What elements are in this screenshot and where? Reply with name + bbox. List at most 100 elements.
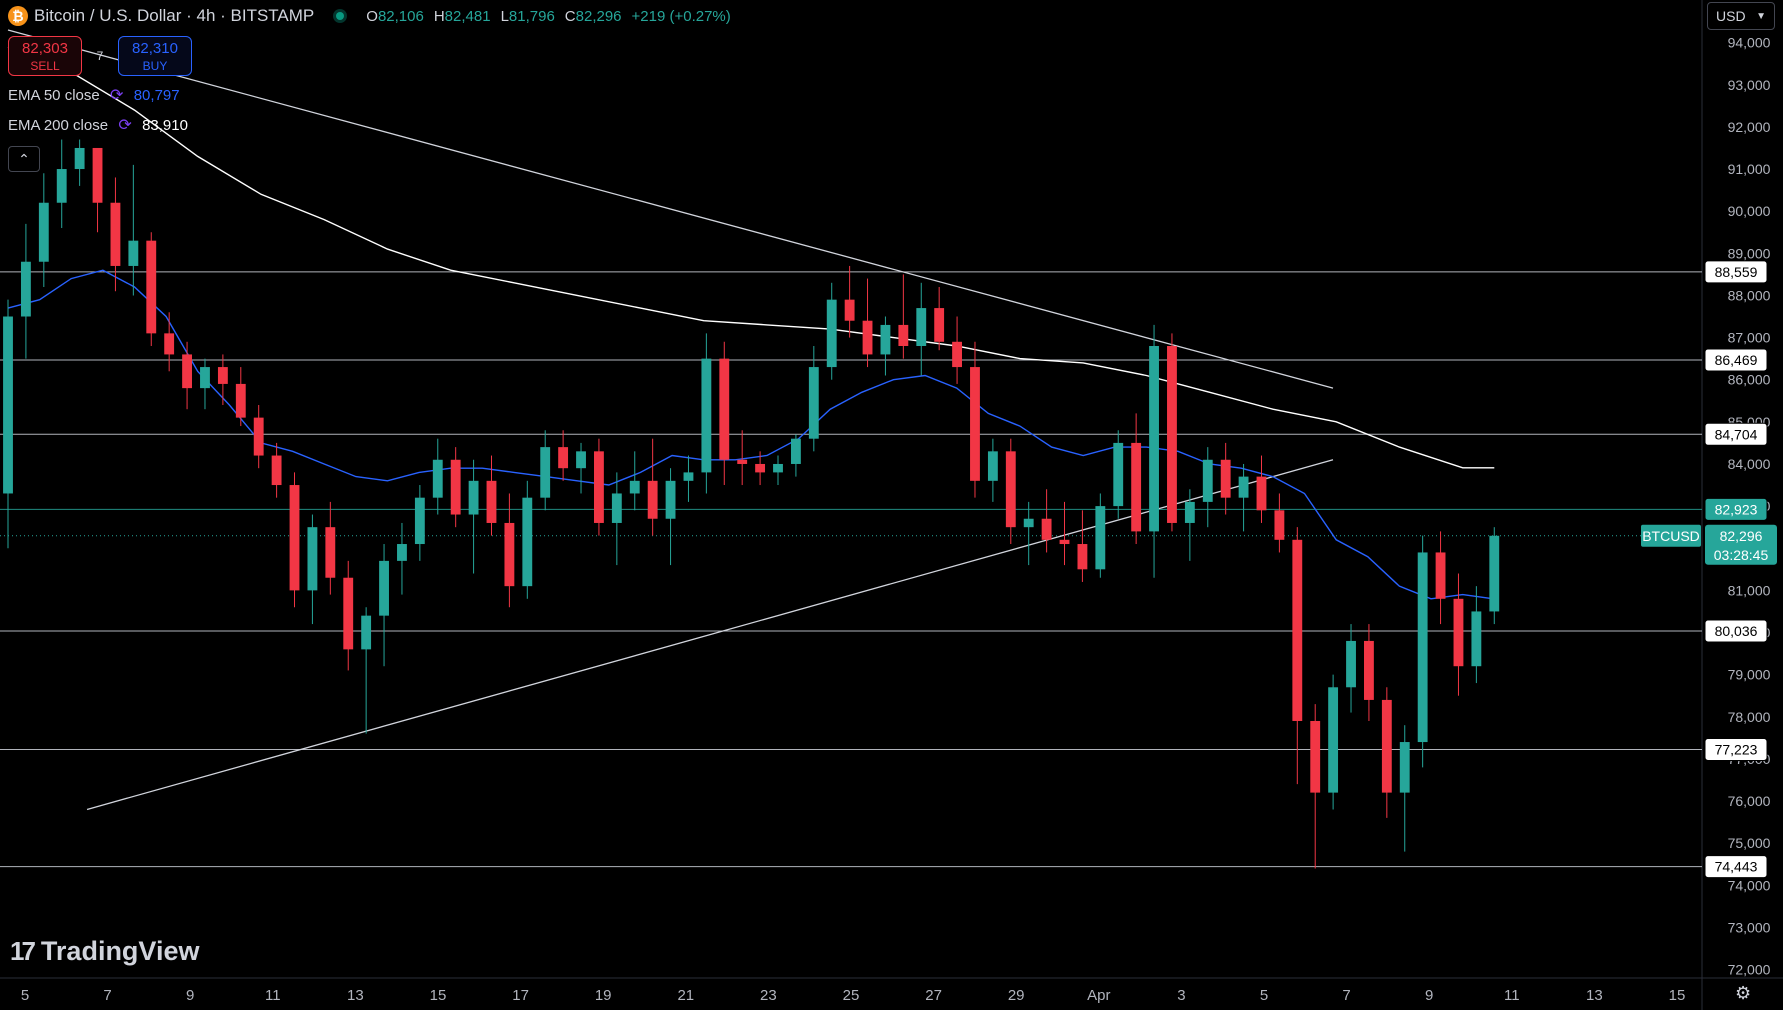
candle	[397, 522, 407, 595]
candle-body	[1256, 476, 1267, 511]
candle-body	[826, 299, 837, 368]
candle	[540, 430, 551, 511]
trade-panel: 82,303 SELL 7 82,310 BUY	[8, 36, 192, 76]
candle-body	[486, 480, 497, 523]
candle	[916, 282, 927, 376]
price-tick-label: 91,000	[1728, 161, 1771, 177]
ema200-legend[interactable]: EMA 200 close ⟳ 83,910	[8, 116, 188, 135]
candle-body	[307, 527, 318, 591]
low-value: 81,796	[508, 7, 555, 25]
buy-button[interactable]: 82,310 BUY	[118, 36, 192, 76]
candle-body	[1059, 539, 1070, 545]
candle-body	[1167, 346, 1177, 523]
price-tick-label: 73,000	[1728, 919, 1771, 935]
candle	[808, 346, 819, 452]
candle	[289, 472, 300, 608]
time-tick-label: 7	[1342, 987, 1350, 1004]
price-chart[interactable]: 72,00073,00074,00075,00076,00077,00078,0…	[0, 0, 1783, 1010]
ema50-value: 80,797	[133, 86, 180, 104]
candle	[862, 278, 873, 368]
candle-body	[737, 459, 748, 464]
candle-body	[92, 147, 103, 203]
symbol-label: BTCUSD	[1642, 528, 1700, 544]
ema50-legend[interactable]: EMA 50 close ⟳ 80,797	[8, 86, 180, 105]
candle	[611, 472, 622, 566]
candle-body	[558, 447, 569, 469]
candle-body	[56, 169, 67, 203]
candle	[1417, 535, 1428, 768]
candle	[200, 358, 210, 410]
candle	[1167, 333, 1177, 532]
time-axis[interactable]: 5 7 9 11 13 15 17 19 21 23 25 27 29 Apr 3 5 7 9 11 13 15	[21, 987, 1686, 1004]
candle	[182, 341, 192, 410]
candle-body	[970, 367, 980, 481]
settings-gear-icon[interactable]: ⚙	[1735, 983, 1751, 1004]
candle	[952, 316, 962, 384]
sell-price: 82,303	[22, 39, 68, 57]
loading-icon: ⟳	[118, 117, 132, 134]
candle	[504, 493, 515, 608]
brand-name: TradingView	[40, 936, 200, 966]
bitcoin-logo-icon: ₿	[8, 6, 28, 26]
candle	[271, 442, 282, 498]
candle-body	[1274, 510, 1285, 540]
candle	[1328, 674, 1339, 810]
candle-body	[1202, 459, 1213, 502]
tradingview-logo[interactable]: 17 TradingView	[10, 936, 199, 967]
price-tick-label: 84,000	[1728, 456, 1771, 472]
candle	[307, 514, 318, 625]
level-label: 82,923	[1715, 501, 1758, 517]
currency-value: USD	[1716, 8, 1746, 24]
time-tick-label: 9	[186, 987, 194, 1004]
sell-button[interactable]: 82,303 SELL	[8, 36, 82, 76]
candle-body	[1328, 687, 1339, 793]
candle-body	[773, 463, 783, 473]
candle	[1095, 493, 1106, 578]
candle	[1274, 493, 1285, 553]
time-tick-label: 11	[1504, 987, 1520, 1004]
change-value: +219 (+0.27%)	[631, 7, 731, 25]
candle-body	[504, 522, 515, 587]
price-tick-label: 90,000	[1728, 203, 1771, 219]
ema-lines	[7, 46, 1495, 600]
candle	[576, 442, 586, 494]
candle-body	[611, 493, 622, 523]
market-status-icon[interactable]	[336, 12, 345, 20]
candle	[325, 501, 336, 595]
price-tick-label: 89,000	[1728, 245, 1771, 261]
buy-price: 82,310	[132, 39, 178, 57]
candle-body	[880, 324, 891, 355]
candle	[164, 312, 175, 372]
candle-body	[3, 316, 13, 494]
candle	[414, 485, 425, 561]
candle	[880, 316, 891, 376]
symbol-title[interactable]: Bitcoin / U.S. Dollar · 4h · BITSTAMP	[34, 6, 314, 26]
candle-body	[1184, 501, 1195, 523]
candle-body	[1041, 518, 1052, 540]
candle	[379, 544, 389, 667]
candle	[235, 367, 246, 427]
candle	[719, 341, 730, 486]
candles	[3, 139, 1500, 869]
candle-body	[1023, 518, 1034, 528]
candle	[432, 438, 443, 515]
time-tick-label: 5	[1260, 987, 1268, 1004]
candle	[468, 459, 479, 574]
candle	[1113, 430, 1124, 519]
high-value: 82,481	[444, 7, 491, 25]
candle-body	[1292, 539, 1303, 721]
candle	[92, 147, 103, 233]
candle-body	[20, 261, 31, 317]
currency-select[interactable]: USD ▼	[1707, 2, 1775, 30]
candle-body	[1113, 442, 1124, 507]
candle-body	[110, 202, 121, 266]
symbol-header[interactable]: ₿ Bitcoin / U.S. Dollar · 4h · BITSTAMP …	[8, 4, 731, 28]
time-tick-label: 23	[760, 987, 777, 1004]
candle-body	[343, 577, 354, 650]
time-tick-label: 17	[512, 987, 529, 1004]
candle	[1202, 447, 1213, 528]
collapse-legend-button[interactable]: ⌃	[8, 146, 40, 172]
candle-body	[755, 463, 766, 473]
candle	[1041, 489, 1052, 553]
candle	[343, 560, 354, 671]
